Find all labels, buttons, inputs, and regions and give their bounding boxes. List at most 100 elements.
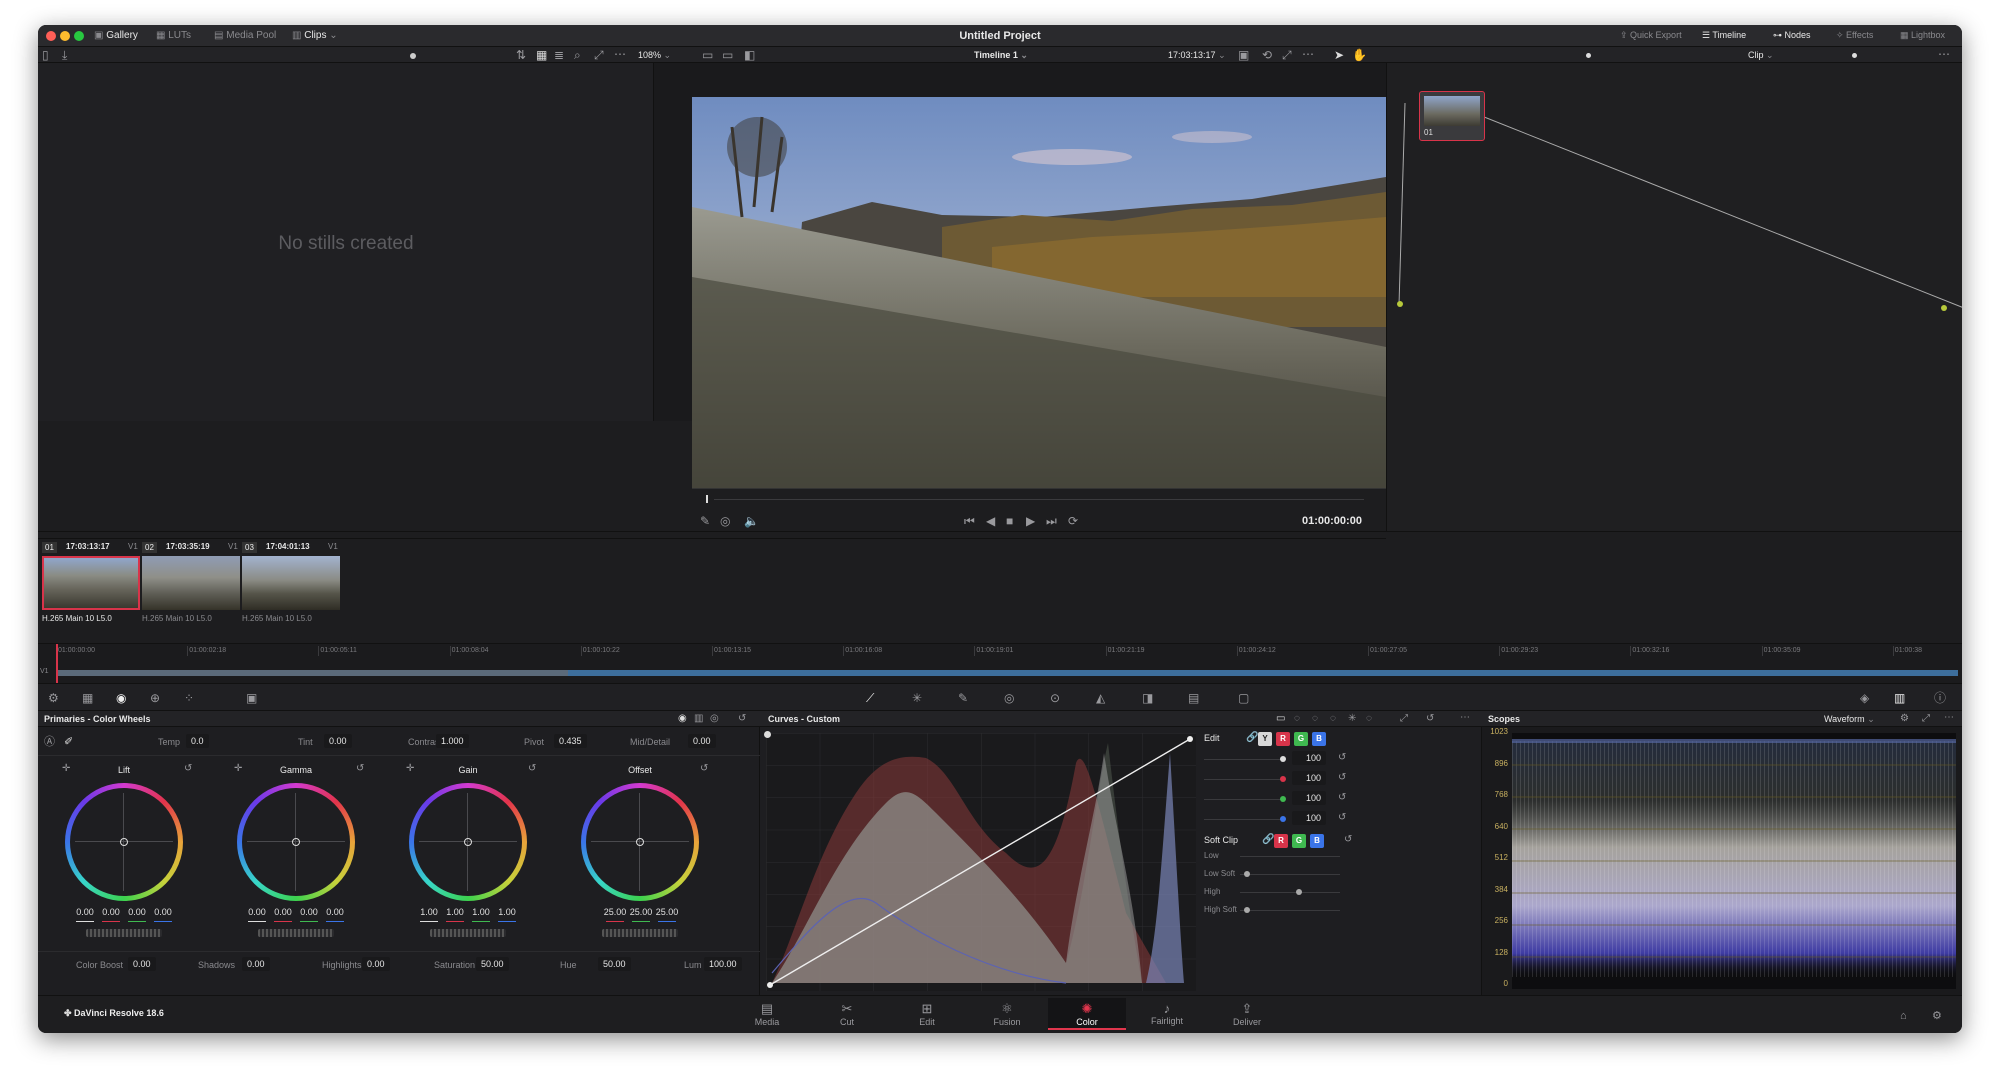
adjust-value-field[interactable]: 0.00	[362, 957, 390, 971]
soft-clip-slider[interactable]	[1240, 874, 1340, 875]
wheel-value[interactable]: 0.00	[320, 907, 350, 917]
grid-view-icon[interactable]: ▦	[536, 49, 547, 61]
color-wheels-icon[interactable]: ◉	[116, 692, 126, 704]
custom-curve-icon[interactable]: ▭	[1276, 713, 1285, 725]
soft-clip-toggle-r[interactable]: R	[1274, 834, 1288, 848]
keyframes-icon[interactable]: ◈	[1860, 692, 1869, 704]
pointer-tool-icon[interactable]: ➤	[1334, 49, 1344, 61]
adjust-value-field[interactable]: 0.00	[688, 734, 716, 748]
edit-slider-knob[interactable]	[1280, 796, 1286, 802]
adjust-value-field[interactable]: 0.435	[554, 734, 587, 748]
viewer-image[interactable]	[692, 97, 1386, 488]
edit-value-field[interactable]: 100	[1292, 771, 1326, 785]
soft-clip-toggle-b[interactable]: B	[1310, 834, 1324, 848]
volume-icon[interactable]: 🔈	[744, 515, 759, 527]
page-tab-edit[interactable]: ⊞ Edit	[888, 998, 966, 1030]
timeline-button[interactable]: ☰ Timeline	[1702, 30, 1746, 41]
soft-clip-toggle-g[interactable]: G	[1292, 834, 1306, 848]
adjust-value-field[interactable]: 0.00	[324, 734, 352, 748]
list-view-icon[interactable]: ≣	[554, 49, 564, 61]
edit-slider-knob[interactable]	[1280, 756, 1286, 762]
window-icon[interactable]: ◎	[1004, 692, 1014, 704]
camera-raw-icon[interactable]: ⚙	[48, 692, 59, 704]
adjust-value-field[interactable]: 100.00	[704, 957, 742, 971]
wheels-mode-icon[interactable]: ◉	[678, 713, 687, 725]
edit-value-field[interactable]: 100	[1292, 751, 1326, 765]
page-tab-fairlight[interactable]: ♪ Fairlight	[1128, 998, 1206, 1030]
key-icon[interactable]: ▤	[1188, 692, 1199, 704]
scope-settings-icon[interactable]: ⚙	[1900, 713, 1909, 725]
soft-clip-slider[interactable]	[1240, 910, 1340, 911]
split-view-icon[interactable]: ▭	[722, 49, 733, 61]
adjust-value-field[interactable]: 50.00	[598, 957, 631, 971]
luts-button[interactable]: ▦ LUTs	[156, 30, 191, 41]
compare-icon[interactable]: ◧	[744, 49, 755, 61]
hue-vs-hue-icon[interactable]: ◌	[1294, 713, 1300, 725]
stop-icon[interactable]: ■	[1006, 515, 1013, 527]
viewer-more-icon[interactable]: ⋯	[1302, 48, 1314, 60]
curves-expand-icon[interactable]: ⤢	[1400, 713, 1408, 725]
hue-vs-sat-icon[interactable]: ◌	[1312, 713, 1318, 725]
clip-item[interactable]: 02 17:03:35:19 V1 H.265 Main 10 L5.0	[142, 542, 242, 624]
adjust-value-field[interactable]: 50.00	[476, 957, 509, 971]
node-zoom-slider[interactable]	[1852, 53, 1857, 58]
crosshair-icon[interactable]: ✛	[406, 763, 414, 775]
color-wheel[interactable]	[65, 783, 183, 901]
color-warper-icon[interactable]: ✳	[912, 692, 922, 704]
search-icon[interactable]: ⌕	[574, 49, 581, 61]
loop-playback-icon[interactable]: ⟳	[1068, 515, 1078, 527]
reset-channel-icon[interactable]: ↺	[1338, 792, 1346, 804]
skip-back-icon[interactable]: ⏮	[964, 515, 975, 527]
playhead-marker[interactable]	[706, 495, 708, 503]
qualifier-icon[interactable]: ✎	[958, 692, 968, 704]
motion-effects-icon[interactable]: ▣	[246, 692, 257, 704]
hdr-wheels-icon[interactable]: ⊕	[150, 692, 160, 704]
viewer-scrubber[interactable]	[714, 499, 1364, 500]
master-wheel-jog[interactable]	[86, 929, 162, 937]
clip-item[interactable]: 01 17:03:13:17 V1 H.265 Main 10 L5.0	[42, 542, 142, 624]
zoom-window-button[interactable]	[74, 31, 84, 41]
rgb-mixer-icon[interactable]: ⁘	[184, 692, 194, 704]
soft-clip-knob[interactable]	[1296, 889, 1302, 895]
channel-toggle-y[interactable]: Y	[1258, 732, 1272, 746]
reset-channel-icon[interactable]: ↺	[1338, 812, 1346, 824]
reset-soft-clip-icon[interactable]: ↺	[1344, 834, 1352, 846]
magic-mask-icon[interactable]: ◭	[1096, 692, 1105, 704]
download-icon[interactable]: ⤓	[62, 49, 67, 61]
edit-slider-track[interactable]	[1204, 799, 1284, 800]
wheel-value[interactable]: 1.00	[492, 907, 522, 917]
source-input-dot[interactable]	[1397, 301, 1403, 307]
wheel-value[interactable]: 25.00	[652, 907, 682, 917]
minimize-window-button[interactable]	[60, 31, 70, 41]
sizing-icon[interactable]: ▢	[1238, 692, 1249, 704]
layer-icon[interactable]: ◎	[720, 515, 730, 527]
quick-export-button[interactable]: ⇪ Quick Export	[1620, 30, 1682, 41]
wheel-value[interactable]: 0.00	[148, 907, 178, 917]
channel-toggle-b[interactable]: B	[1312, 732, 1326, 746]
nodes-more-icon[interactable]: ⋯	[1938, 48, 1950, 60]
scope-more-icon[interactable]: ⋯	[1944, 712, 1954, 724]
sidebar-toggle-icon[interactable]: ▯	[42, 49, 49, 61]
scopes-toggle-icon[interactable]: ▥	[1894, 692, 1905, 704]
page-tab-color[interactable]: ✺ Color	[1048, 998, 1126, 1030]
reset-channel-icon[interactable]: ↺	[1338, 752, 1346, 764]
page-tab-fusion[interactable]: ⚛ Fusion	[968, 998, 1046, 1030]
master-wheel-jog[interactable]	[602, 929, 678, 937]
info-icon[interactable]: ⓘ	[1934, 692, 1946, 704]
sat-vs-sat-icon[interactable]: ◌	[1366, 713, 1372, 725]
log-mode-icon[interactable]: ◎	[710, 713, 719, 725]
adjust-value-field[interactable]: 0.00	[242, 957, 270, 971]
reset-wheel-icon[interactable]: ↺	[528, 763, 536, 775]
soft-clip-link-icon[interactable]: 🔗	[1262, 834, 1274, 846]
channel-toggle-r[interactable]: R	[1276, 732, 1290, 746]
adjust-value-field[interactable]: 1.000	[436, 734, 469, 748]
bars-mode-icon[interactable]: ▥	[694, 713, 703, 725]
color-wheel[interactable]	[409, 783, 527, 901]
edit-value-field[interactable]: 100	[1292, 791, 1326, 805]
edit-slider-track[interactable]	[1204, 819, 1284, 820]
reset-wheel-icon[interactable]: ↺	[700, 763, 708, 775]
close-window-button[interactable]	[46, 31, 56, 41]
soft-clip-knob[interactable]	[1244, 907, 1250, 913]
node-mode-dropdown[interactable]: Clip ⌄	[1748, 50, 1774, 61]
blur-icon[interactable]: ◨	[1142, 692, 1153, 704]
